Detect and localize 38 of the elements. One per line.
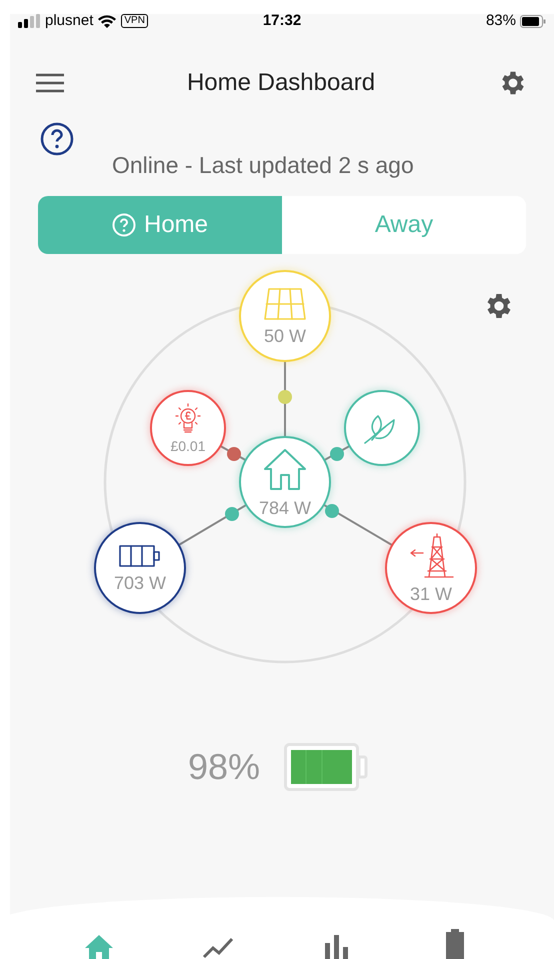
energy-node[interactable]: £0.01 bbox=[150, 390, 226, 466]
node-value: £0.01 bbox=[170, 439, 206, 453]
house-icon bbox=[262, 447, 308, 493]
battery-charge-percent: 98% bbox=[188, 745, 260, 789]
page-title: Home Dashboard bbox=[186, 68, 376, 98]
phone-battery-icon bbox=[520, 14, 546, 28]
vpn-badge: VPN bbox=[121, 14, 148, 28]
node-value: 31 W bbox=[410, 585, 452, 603]
wifi-icon bbox=[98, 14, 116, 28]
energy-node[interactable] bbox=[344, 390, 420, 466]
flow-dot bbox=[227, 447, 241, 461]
flow-dot bbox=[330, 447, 344, 461]
energy-node[interactable]: 784 W bbox=[239, 436, 331, 528]
help-icon bbox=[112, 213, 136, 237]
solar-panel-icon bbox=[263, 287, 307, 321]
mode-tab[interactable]: Home bbox=[38, 196, 282, 254]
node-value: 50 W bbox=[264, 327, 306, 345]
trend-line-icon bbox=[202, 937, 234, 959]
home-icon bbox=[84, 933, 114, 959]
clock: 17:32 bbox=[262, 10, 302, 31]
flow-dot bbox=[325, 504, 339, 518]
energy-node[interactable]: 31 W bbox=[385, 522, 477, 614]
bar-chart-icon bbox=[323, 933, 350, 959]
connection-status: Online - Last updated 2 s ago bbox=[112, 150, 414, 180]
battery-icon bbox=[118, 544, 162, 568]
energy-node[interactable]: 703 W bbox=[94, 522, 186, 614]
flow-dot bbox=[278, 390, 292, 404]
signal-icon bbox=[18, 14, 40, 28]
node-value: 703 W bbox=[114, 574, 166, 592]
battery-gauge-icon bbox=[284, 743, 368, 791]
carrier-name: plusnet bbox=[45, 10, 94, 31]
help-icon[interactable] bbox=[40, 122, 74, 156]
menu-icon[interactable] bbox=[36, 73, 64, 93]
energy-node[interactable]: 50 W bbox=[239, 270, 331, 362]
battery-icon bbox=[444, 929, 465, 959]
battery-percent: 83% bbox=[486, 10, 516, 31]
flow-dot bbox=[225, 507, 239, 521]
node-value: 784 W bbox=[258, 499, 312, 517]
